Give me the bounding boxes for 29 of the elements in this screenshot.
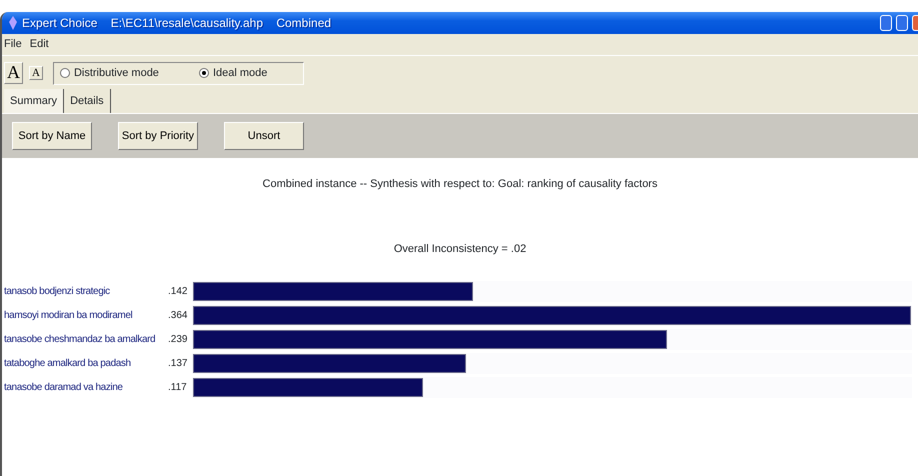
tab[interactable]: Summary [4, 88, 64, 113]
menu-item[interactable]: Edit [30, 36, 49, 53]
radio-button[interactable] [198, 68, 209, 78]
sort-button[interactable]: Sort by Name [12, 122, 92, 150]
priority-value: .117 [168, 380, 188, 394]
radio-label: Ideal mode [212, 66, 268, 81]
shrink-font-button[interactable]: A [29, 66, 43, 80]
sort-button[interactable]: Unsort [224, 122, 304, 150]
priority-value: .137 [168, 356, 188, 370]
menu-item[interactable]: File [4, 36, 22, 53]
app-icon [8, 16, 18, 30]
close-button[interactable] [912, 15, 918, 31]
priority-value: .239 [168, 332, 188, 346]
radio-label: Distributive mode [74, 66, 159, 81]
factor-name: hamsoyi modiran ba modiramel [3, 308, 134, 322]
inconsistency-text: Overall Inconsistency = .02 [392, 242, 528, 256]
synthesis-title: Combined instance -- Synthesis with respect to: Goal: ranking of causality factors [262, 177, 658, 192]
enlarge-font-button[interactable]: A [4, 62, 23, 84]
factor-name: tanasobe cheshmandaz ba amalkard [3, 332, 156, 346]
factor-name: tataboghe amalkard ba padash [3, 356, 132, 370]
window-title: Expert Choice E:\EC11\resale\causality.ahp Combined [22, 15, 332, 32]
priority-value: .364 [168, 308, 188, 322]
factor-name: tanasob bodjenzi strategic [3, 284, 111, 298]
factor-name: tanasobe daramad va hazine [3, 380, 124, 394]
radio-button[interactable] [60, 68, 70, 78]
minimize-button[interactable] [880, 15, 892, 31]
sort-button[interactable]: Sort by Priority [118, 122, 198, 150]
priority-value: .142 [168, 284, 188, 298]
maximize-button[interactable] [896, 15, 908, 31]
